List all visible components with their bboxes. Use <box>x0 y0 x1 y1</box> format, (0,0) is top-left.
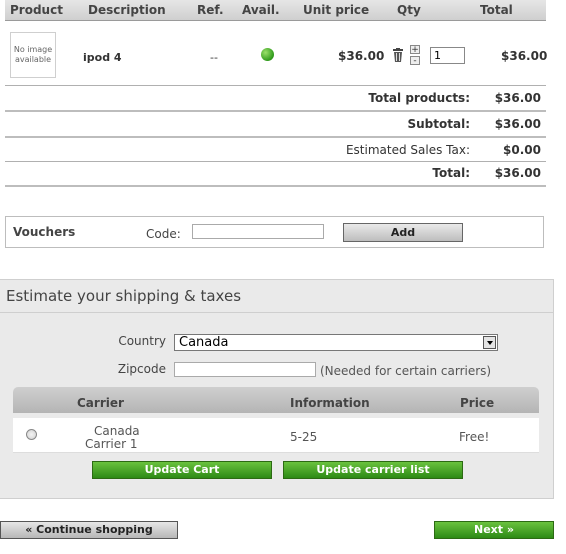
country-select[interactable]: Canada <box>174 334 498 351</box>
col-price: Price <box>460 396 495 410</box>
col-ref: Ref. <box>197 3 224 17</box>
row-divider <box>5 110 546 112</box>
col-carrier: Carrier <box>77 396 124 410</box>
tax-label: Estimated Sales Tax: <box>345 143 470 157</box>
carrier-information: 5-25 <box>290 430 318 444</box>
panel-divider <box>0 312 554 313</box>
no-image-text: No image available <box>13 45 53 64</box>
trash-icon[interactable] <box>392 48 404 62</box>
quantity-input[interactable] <box>430 47 465 64</box>
vouchers-title: Vouchers <box>13 225 76 239</box>
product-thumbnail[interactable]: No image available <box>10 32 56 78</box>
total-label: Total: <box>432 166 470 180</box>
col-unit-price: Unit price <box>303 3 370 17</box>
qty-decrease-button[interactable]: - <box>410 56 420 66</box>
col-total: Total <box>480 3 513 17</box>
carrier-price: Free! <box>459 430 490 444</box>
carrier-radio[interactable] <box>26 429 37 440</box>
update-cart-button[interactable]: Update Cart <box>92 461 272 479</box>
row-divider <box>5 185 546 187</box>
col-qty: Qty <box>397 3 421 17</box>
chevron-down-icon[interactable] <box>483 336 496 349</box>
col-description: Description <box>88 3 166 17</box>
update-carrier-list-button[interactable]: Update carrier list <box>283 461 463 479</box>
shipping-title: Estimate your shipping & taxes <box>6 287 242 305</box>
carrier-name-line1: Canada <box>94 424 140 438</box>
row-divider <box>5 85 546 86</box>
zipcode-label: Zipcode <box>117 362 166 376</box>
zipcode-input[interactable] <box>174 362 316 377</box>
country-selected-value: Canada <box>179 335 229 350</box>
total-products-label: Total products: <box>368 91 470 105</box>
product-total: $36.00 <box>501 49 548 63</box>
next-button[interactable]: Next » <box>434 521 554 539</box>
product-description[interactable]: ipod 4 <box>83 51 122 64</box>
col-avail: Avail. <box>242 3 280 17</box>
subtotal-value: $36.00 <box>494 117 541 131</box>
col-information: Information <box>290 396 370 410</box>
total-value: $36.00 <box>494 166 541 180</box>
tax-value: $0.00 <box>503 143 541 157</box>
subtotal-label: Subtotal: <box>407 117 470 131</box>
total-products-value: $36.00 <box>494 91 541 105</box>
product-unit-price: $36.00 <box>338 49 385 63</box>
product-ref: -- <box>210 51 218 64</box>
add-voucher-button[interactable]: Add <box>343 223 463 242</box>
zipcode-note: (Needed for certain carriers) <box>320 364 492 378</box>
continue-shopping-button[interactable]: « Continue shopping <box>0 521 178 539</box>
col-product: Product <box>10 3 63 17</box>
voucher-code-input[interactable] <box>192 224 324 239</box>
row-divider <box>5 161 546 162</box>
carrier-name-line2: Carrier 1 <box>85 437 138 451</box>
country-label: Country <box>118 334 166 348</box>
availability-indicator-icon <box>261 48 274 61</box>
row-divider <box>5 136 546 138</box>
voucher-code-label: Code: <box>146 227 181 241</box>
qty-increase-button[interactable]: + <box>410 45 420 55</box>
